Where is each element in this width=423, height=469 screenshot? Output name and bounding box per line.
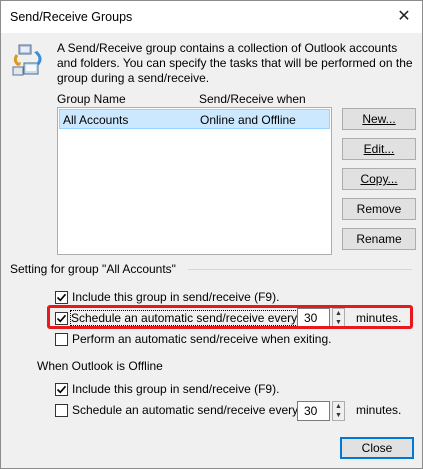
include-group-checkbox[interactable] bbox=[55, 291, 68, 304]
close-button[interactable]: Close bbox=[340, 437, 414, 459]
exit-send-receive-checkbox[interactable] bbox=[55, 333, 68, 346]
offline-interval-input[interactable] bbox=[297, 401, 330, 421]
window-title: Send/Receive Groups bbox=[10, 10, 133, 24]
column-header-send-receive-when[interactable]: Send/Receive when bbox=[199, 92, 306, 106]
offline-include-checkbox[interactable] bbox=[55, 383, 68, 396]
include-group-label: Include this group in send/receive (F9). bbox=[72, 290, 280, 304]
rename-button[interactable]: Rename bbox=[342, 228, 416, 250]
groups-list[interactable]: All Accounts Online and Offline bbox=[57, 107, 332, 255]
send-receive-groups-dialog: Send/Receive Groups ✕ A Send/Receive gro… bbox=[0, 0, 423, 469]
exit-send-receive-label: Perform an automatic send/receive when e… bbox=[72, 332, 332, 346]
copy-button[interactable]: Copy... bbox=[342, 168, 416, 190]
title-bar: Send/Receive Groups ✕ bbox=[1, 1, 422, 33]
group-settings-divider bbox=[188, 269, 412, 270]
rename-button-label: Rename bbox=[356, 232, 402, 246]
spinner-up-icon[interactable]: ▲ bbox=[333, 402, 344, 411]
new-button-label: New... bbox=[362, 112, 396, 126]
close-icon[interactable]: ✕ bbox=[392, 5, 416, 29]
offline-schedule-label: Schedule an automatic send/receive every bbox=[72, 403, 299, 417]
checkmark-icon bbox=[56, 293, 67, 302]
new-button[interactable]: New... bbox=[342, 108, 416, 130]
checkmark-icon bbox=[56, 385, 67, 394]
send-receive-group-icon bbox=[11, 43, 45, 77]
offline-unit-label: minutes. bbox=[356, 403, 402, 417]
edit-button[interactable]: Edit... bbox=[342, 138, 416, 160]
highlight-annotation bbox=[47, 305, 413, 329]
column-header-group-name[interactable]: Group Name bbox=[57, 92, 126, 106]
spinner-down-icon[interactable]: ▼ bbox=[333, 411, 344, 420]
edit-button-label: Edit... bbox=[363, 142, 395, 156]
close-button-label: Close bbox=[361, 441, 393, 455]
remove-button-label: Remove bbox=[356, 202, 402, 216]
list-item[interactable]: All Accounts Online and Offline bbox=[59, 109, 330, 129]
remove-button[interactable]: Remove bbox=[342, 198, 416, 220]
send-receive-when-cell: Online and Offline bbox=[200, 113, 296, 127]
offline-settings-label: When Outlook is Offline bbox=[37, 359, 163, 373]
dialog-description: A Send/Receive group contains a collecti… bbox=[57, 41, 413, 85]
offline-interval-spinner[interactable]: ▲ ▼ bbox=[332, 401, 345, 421]
copy-button-label: Copy... bbox=[360, 172, 398, 186]
offline-include-label: Include this group in send/receive (F9). bbox=[72, 382, 280, 396]
group-settings-label: Setting for group "All Accounts" bbox=[10, 262, 176, 276]
group-name-cell: All Accounts bbox=[63, 113, 129, 127]
offline-schedule-checkbox[interactable] bbox=[55, 404, 68, 417]
